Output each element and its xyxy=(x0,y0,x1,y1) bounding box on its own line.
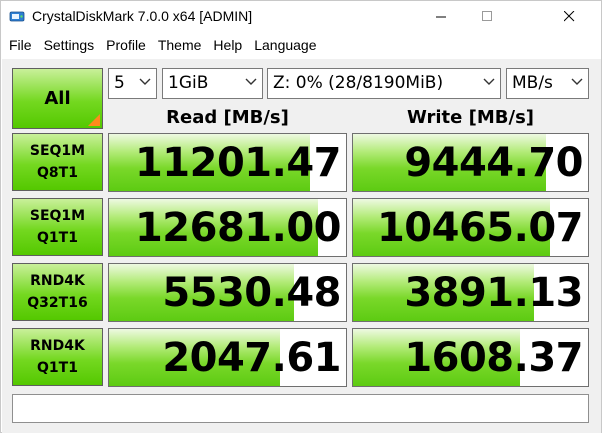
menu-help[interactable]: Help xyxy=(209,34,246,56)
write-value: 3891.13 xyxy=(404,270,583,316)
menu-file[interactable]: File xyxy=(5,34,36,56)
test-line1: RND4K xyxy=(30,338,85,354)
menu-settings-label: Settings xyxy=(43,37,95,53)
test-line2: Q8T1 xyxy=(37,165,78,181)
maximize-button[interactable] xyxy=(464,1,510,32)
app-window: CrystalDiskMark 7.0.0 x64 [ADMIN] File S… xyxy=(0,0,602,433)
menu-theme[interactable]: Theme xyxy=(154,34,206,56)
all-button[interactable]: All xyxy=(12,68,103,129)
test-line1: SEQ1M xyxy=(29,208,86,224)
test-line1: SEQ1M xyxy=(29,143,86,159)
menu-profile-label: Profile xyxy=(106,37,146,53)
unit-select[interactable]: MB/s xyxy=(506,68,589,99)
chevron-down-icon xyxy=(483,78,495,85)
test-line2: Q32T16 xyxy=(27,295,88,311)
read-value: 11201.47 xyxy=(134,140,342,186)
test-button-seq1m-q8t1[interactable]: SEQ1M Q8T1 xyxy=(12,133,103,191)
read-result-rnd4k-q32t16: 5530.48 xyxy=(108,263,347,322)
write-result-seq1m-q8t1: 9444.70 xyxy=(352,133,589,192)
crystaldiskmark-disk-icon xyxy=(9,11,25,22)
comment-input[interactable] xyxy=(12,394,589,423)
drive-value: Z: 0% (28/8190MiB) xyxy=(273,73,444,93)
menu-language[interactable]: Language xyxy=(250,34,320,56)
chevron-down-icon xyxy=(139,78,151,85)
all-button-label: All xyxy=(44,88,71,109)
read-header: Read [MB/s] xyxy=(166,107,289,128)
test-size-select[interactable]: 1GiB xyxy=(162,68,263,99)
maximize-icon xyxy=(481,11,492,21)
test-line1: RND4K xyxy=(30,273,85,289)
write-value: 9444.70 xyxy=(404,140,583,186)
menu-bar: File Settings Profile Theme Help Languag… xyxy=(1,34,601,56)
chevron-down-icon xyxy=(571,78,583,85)
chevron-down-icon xyxy=(245,78,257,85)
menu-settings[interactable]: Settings xyxy=(40,34,99,56)
test-count-select[interactable]: 5 xyxy=(108,68,157,99)
test-button-rnd4k-q32t16[interactable]: RND4K Q32T16 xyxy=(12,263,103,321)
read-result-rnd4k-q1t1: 2047.61 xyxy=(108,328,347,387)
write-header: Write [MB/s] xyxy=(406,107,535,128)
test-line2: Q1T1 xyxy=(37,230,78,246)
window-title: CrystalDiskMark 7.0.0 x64 [ADMIN] xyxy=(32,8,253,24)
read-result-seq1m-q1t1: 12681.00 xyxy=(108,198,347,257)
corner-indicator xyxy=(88,114,100,126)
read-result-seq1m-q8t1: 11201.47 xyxy=(108,133,347,192)
test-button-seq1m-q1t1[interactable]: SEQ1M Q1T1 xyxy=(12,198,103,256)
drive-select[interactable]: Z: 0% (28/8190MiB) xyxy=(267,68,501,99)
menu-profile[interactable]: Profile xyxy=(102,34,150,56)
title-bar[interactable]: CrystalDiskMark 7.0.0 x64 [ADMIN] xyxy=(1,1,601,32)
close-button[interactable] xyxy=(546,1,592,32)
write-value: 1608.37 xyxy=(404,335,583,381)
minimize-button[interactable] xyxy=(418,1,464,32)
menu-help-label: Help xyxy=(213,37,243,53)
test-count-value: 5 xyxy=(114,73,125,93)
test-line2: Q1T1 xyxy=(37,360,78,376)
test-size-value: 1GiB xyxy=(168,73,209,93)
close-icon xyxy=(563,11,574,22)
write-result-seq1m-q1t1: 10465.07 xyxy=(352,198,589,257)
minimize-icon xyxy=(435,16,446,18)
test-button-rnd4k-q1t1[interactable]: RND4K Q1T1 xyxy=(12,328,103,386)
write-result-rnd4k-q1t1: 1608.37 xyxy=(352,328,589,387)
unit-value: MB/s xyxy=(512,73,553,93)
read-value: 12681.00 xyxy=(134,205,342,251)
menu-theme-label: Theme xyxy=(157,37,202,53)
read-value: 5530.48 xyxy=(162,270,341,316)
write-value: 10465.07 xyxy=(376,205,584,251)
menu-language-label: Language xyxy=(254,37,317,53)
menu-file-label: File xyxy=(9,37,32,53)
read-value: 2047.61 xyxy=(162,335,341,381)
write-result-rnd4k-q32t16: 3891.13 xyxy=(352,263,589,322)
